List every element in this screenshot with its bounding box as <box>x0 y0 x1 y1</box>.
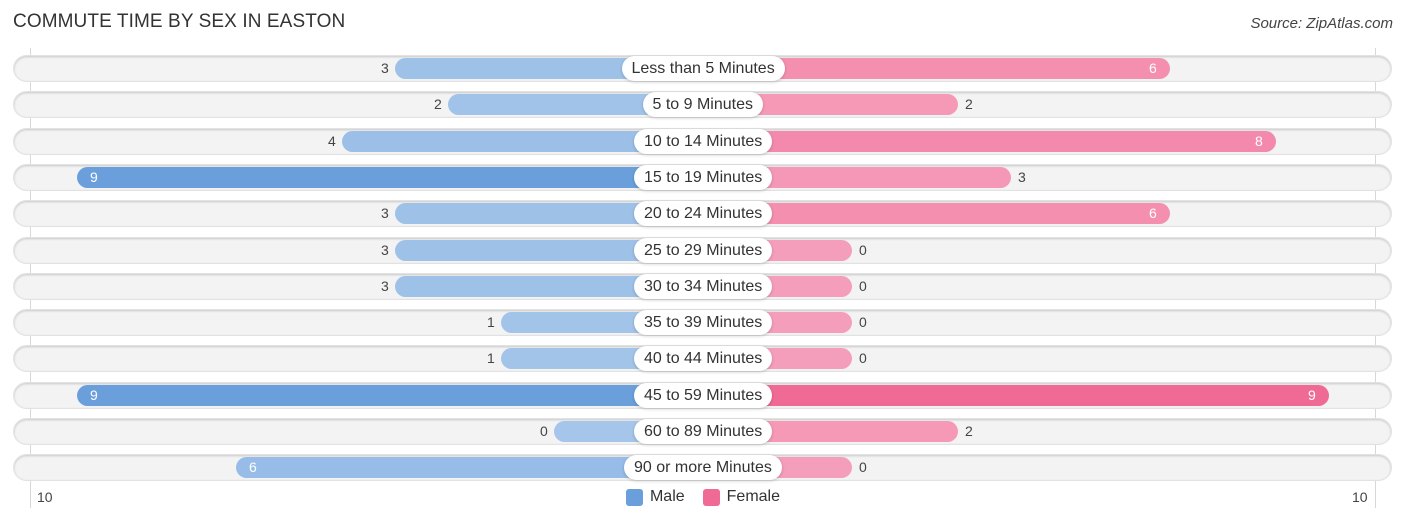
bar-female[interactable] <box>703 385 1329 406</box>
legend-label-male: Male <box>649 488 685 505</box>
legend-item-male[interactable]: Male <box>625 488 685 506</box>
value-label-male: 1 <box>487 314 495 330</box>
value-label-male: 2 <box>434 96 442 112</box>
category-label: 30 to 34 Minutes <box>634 274 773 299</box>
category-label: 15 to 19 Minutes <box>634 165 773 190</box>
value-label-female: 9 <box>1308 387 1316 403</box>
chart-root: COMMUTE TIME BY SEX IN EASTON Source: Zi… <box>0 0 1406 523</box>
bar-male[interactable] <box>77 167 703 188</box>
value-label-male: 1 <box>487 350 495 366</box>
category-label: 10 to 14 Minutes <box>634 129 773 154</box>
value-label-male: 9 <box>90 169 98 185</box>
legend: Male Female <box>0 488 1406 506</box>
bar-female[interactable] <box>703 203 1170 224</box>
legend-swatch-female <box>702 488 720 506</box>
value-label-male: 3 <box>381 278 389 294</box>
value-label-male: 4 <box>328 133 336 149</box>
category-label: 25 to 29 Minutes <box>634 238 773 263</box>
bar-male[interactable] <box>77 385 703 406</box>
category-label: 35 to 39 Minutes <box>634 310 773 335</box>
category-label: 20 to 24 Minutes <box>634 201 773 226</box>
value-label-female: 0 <box>859 459 867 475</box>
chart-source: Source: ZipAtlas.com <box>1250 15 1393 32</box>
legend-swatch-male <box>625 488 643 506</box>
category-label: 90 or more Minutes <box>624 455 782 480</box>
value-label-female: 0 <box>859 242 867 258</box>
value-label-male: 3 <box>381 205 389 221</box>
value-label-female: 2 <box>965 423 973 439</box>
value-label-male: 9 <box>90 387 98 403</box>
value-label-female: 0 <box>859 278 867 294</box>
legend-label-female: Female <box>726 488 781 505</box>
chart-title: COMMUTE TIME BY SEX IN EASTON <box>13 11 346 32</box>
value-label-female: 8 <box>1255 133 1263 149</box>
value-label-male: 6 <box>249 459 257 475</box>
category-label: 40 to 44 Minutes <box>634 346 773 371</box>
value-label-male: 0 <box>540 423 548 439</box>
value-label-female: 6 <box>1149 60 1157 76</box>
legend-item-female[interactable]: Female <box>702 488 781 506</box>
category-label: 5 to 9 Minutes <box>642 92 763 117</box>
value-label-female: 0 <box>859 350 867 366</box>
value-label-male: 3 <box>381 60 389 76</box>
category-label: 60 to 89 Minutes <box>634 419 773 444</box>
value-label-female: 0 <box>859 314 867 330</box>
value-label-male: 3 <box>381 242 389 258</box>
bar-female[interactable] <box>703 131 1276 152</box>
category-label: 45 to 59 Minutes <box>634 383 773 408</box>
category-label: Less than 5 Minutes <box>621 56 785 81</box>
value-label-female: 2 <box>965 96 973 112</box>
value-label-female: 3 <box>1018 169 1026 185</box>
value-label-female: 6 <box>1149 205 1157 221</box>
